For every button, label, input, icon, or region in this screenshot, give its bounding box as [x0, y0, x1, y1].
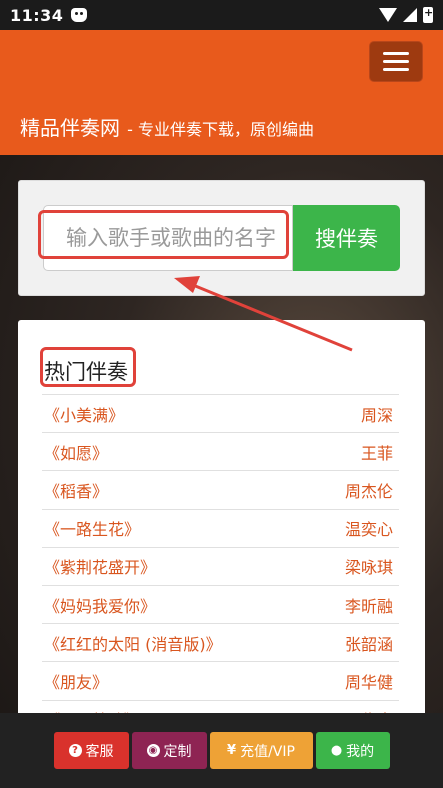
- hamburger-menu-icon[interactable]: [369, 41, 423, 82]
- song-artist[interactable]: 温奕心: [345, 516, 393, 540]
- search-button[interactable]: 搜伴奏: [293, 205, 400, 271]
- song-artist[interactable]: 周华健: [345, 669, 393, 693]
- song-title[interactable]: 《红红的太阳 (消音版)》: [44, 631, 222, 655]
- battery-icon: [423, 6, 433, 23]
- song-row[interactable]: 《一路生花》 温奕心: [42, 508, 399, 547]
- custom-button[interactable]: ◉ 定制: [131, 732, 207, 769]
- song-artist[interactable]: 周深: [361, 402, 393, 426]
- song-row[interactable]: 《妈妈我爱你》 李昕融: [42, 584, 399, 623]
- wifi-icon: [379, 8, 397, 22]
- mine-button[interactable]: ● 我的: [315, 732, 390, 769]
- hot-songs-title: 热门伴奏: [44, 360, 128, 384]
- status-time: 11:34: [10, 5, 64, 25]
- service-button[interactable]: ? 客服: [53, 732, 129, 769]
- song-title[interactable]: 《朋友》: [44, 669, 108, 693]
- song-artist[interactable]: 李昕融: [345, 593, 393, 617]
- song-row[interactable]: 《稻香》 周杰伦: [42, 470, 399, 508]
- song-artist[interactable]: 周杰伦: [345, 478, 393, 502]
- song-title[interactable]: 《妈妈我爱你》: [44, 593, 156, 617]
- bottom-nav: ? 客服 ◉ 定制 ¥ 充值/VIP ● 我的: [0, 713, 443, 788]
- site-header: 精品伴奏网 - 专业伴奏下载，原创编曲: [0, 30, 443, 155]
- song-row[interactable]: 《小美满》 周深: [42, 394, 399, 432]
- app-notification-icon: [71, 8, 88, 22]
- service-label: 客服: [85, 743, 114, 760]
- signal-icon: [403, 8, 417, 22]
- status-bar: 11:34: [0, 0, 443, 30]
- song-row[interactable]: 《朋友》 周华健: [42, 661, 399, 699]
- yen-icon: ¥: [227, 743, 237, 758]
- vip-label: 充值/VIP: [240, 743, 295, 760]
- user-icon: ●: [330, 743, 343, 758]
- song-title[interactable]: 《紫荆花盛开》: [44, 554, 156, 578]
- search-input[interactable]: [44, 206, 292, 270]
- globe-icon: ◉: [146, 744, 160, 757]
- song-title[interactable]: 《稻香》: [44, 478, 108, 502]
- song-list: 《小美满》 周深 《如愿》 王菲 《稻香》 周杰伦 《一路生花》 温奕心 《紫荆花盛开》 梁咏琪《…: [42, 394, 399, 720]
- song-row[interactable]: 《红红的太阳 (消音版)》 张韶涵: [42, 623, 399, 661]
- search-input-wrapper: [43, 205, 293, 271]
- search-panel: 搜伴奏: [18, 180, 425, 296]
- site-tagline: - 专业伴奏下载，原创编曲: [122, 120, 314, 139]
- song-title[interactable]: 《如愿》: [44, 440, 108, 464]
- vip-button[interactable]: ¥ 充值/VIP: [209, 732, 313, 769]
- song-title[interactable]: 《小美满》: [44, 402, 124, 426]
- song-title[interactable]: 《一路生花》: [44, 516, 140, 540]
- hot-songs-panel: 热门伴奏 《小美满》 周深《如愿》 王菲《稻香》 周杰伦《一路生花》 温奕心《紫荆花盛开…: [18, 320, 425, 720]
- song-artist[interactable]: 张韶涵: [345, 631, 393, 655]
- site-title[interactable]: 精品伴奏网 - 专业伴奏下载，原创编曲: [20, 112, 314, 141]
- song-artist[interactable]: 王菲: [361, 440, 393, 464]
- status-icons: [379, 6, 433, 23]
- custom-label: 定制: [163, 743, 192, 760]
- question-icon: ?: [68, 744, 82, 757]
- mine-label: 我的: [346, 743, 375, 760]
- song-artist[interactable]: 梁咏琪: [345, 554, 393, 578]
- song-row[interactable]: 《紫荆花盛开》 梁咏琪: [42, 546, 399, 585]
- song-row[interactable]: 《如愿》 王菲: [42, 432, 399, 470]
- site-name: 精品伴奏网: [20, 116, 120, 140]
